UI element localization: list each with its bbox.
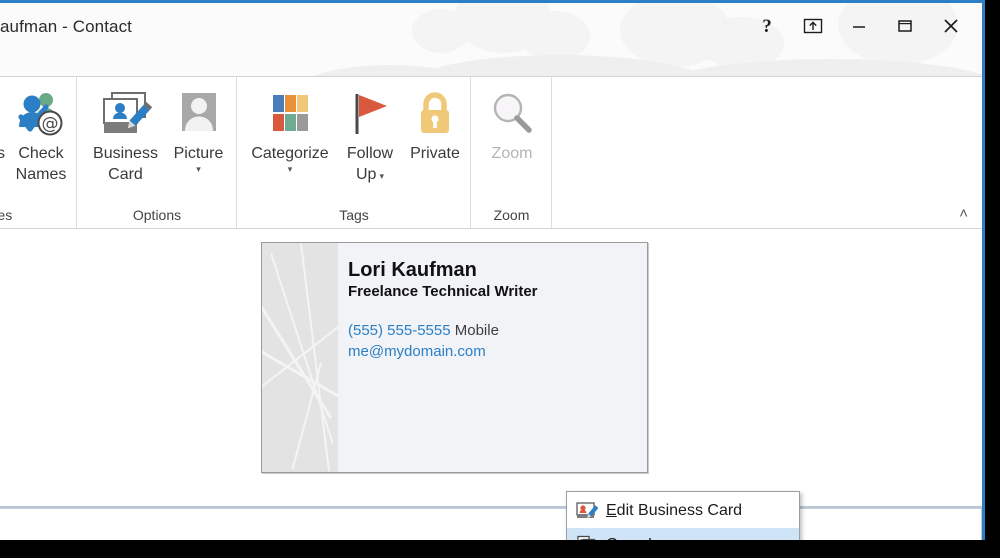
maximize-icon [898, 20, 912, 32]
ribbon-group-label-tags: Tags [339, 207, 369, 223]
edit-business-card-icon [576, 501, 606, 521]
copy-image-icon [576, 535, 606, 540]
context-menu-item-edit-business-card[interactable]: Edit Business Card [567, 494, 799, 528]
context-menu-item-edit-business-card-label: Edit Business Card [606, 502, 743, 519]
close-button[interactable] [928, 11, 974, 41]
cloud-decoration [520, 11, 590, 61]
card-contact-details: (555) 555-5555 Mobile me@mydomain.com [348, 320, 647, 362]
ribbon-button-follow-up[interactable]: Follow Up ▾ [339, 85, 401, 185]
ribbon-display-options-icon [803, 18, 823, 34]
outlook-contact-window: aufman - Contact ? s @ Check Names Optio… [0, 0, 985, 540]
texture-line [262, 273, 333, 419]
accel-key: E [606, 502, 617, 519]
texture-line [270, 253, 334, 444]
ribbon-button-check-names-label: Check Names [15, 145, 67, 183]
ribbon-group-label-options: Options [132, 207, 182, 223]
card-email: me@mydomain.com [348, 343, 486, 360]
business-card-content: Lori Kaufman Freelance Technical Writer … [338, 243, 647, 472]
ribbon-button-private[interactable]: Private [403, 85, 467, 164]
ribbon-button-zoom[interactable]: Zoom [476, 85, 548, 164]
ribbon: mes s @ Check Nam [0, 76, 982, 229]
card-contact-name: Lori Kaufman [348, 259, 477, 281]
follow-up-flag-icon [346, 85, 394, 143]
ribbon-button-business-card[interactable]: Business Card [87, 85, 164, 185]
hill-decoration [660, 59, 982, 76]
categorize-dropdown-caret[interactable]: ▾ [288, 165, 293, 174]
window-title: aufman - Contact [0, 17, 132, 36]
footer-panel [0, 508, 982, 540]
close-icon [944, 19, 958, 33]
card-job-title: Freelance Technical Writer [348, 283, 538, 300]
context-menu: Edit Business Card Copy Image [566, 491, 800, 540]
help-button[interactable]: ? [744, 11, 790, 41]
help-icon: ? [762, 15, 772, 37]
minimize-button[interactable] [836, 11, 882, 41]
card-phone-type: Mobile [454, 322, 499, 339]
ribbon-button-picture[interactable]: Picture ▾ [165, 85, 232, 174]
card-phone-line: (555) 555-5555 Mobile [348, 320, 647, 341]
ribbon-group-label-names: mes [0, 207, 13, 223]
ribbon-button-private-label: Private [410, 145, 460, 162]
contact-body: Lori Kaufman Freelance Technical Writer … [0, 229, 982, 540]
context-menu-item-copy-image-label: Copy Image [606, 536, 692, 540]
ribbon-button-zoom-label: Zoom [491, 145, 533, 162]
follow-up-dropdown-caret[interactable]: ▾ [379, 172, 384, 181]
ribbon-button-categorize[interactable]: Categorize ▾ [240, 85, 340, 174]
minimize-icon [853, 26, 865, 28]
check-names-icon: @ [13, 85, 69, 143]
title-bar: aufman - Contact ? [0, 3, 982, 76]
ribbon-display-options-button[interactable] [790, 11, 836, 41]
card-email-line: me@mydomain.com [348, 341, 647, 362]
cloud-decoration [412, 9, 470, 53]
ribbon-button-check-names[interactable]: @ Check Names [6, 85, 76, 185]
ribbon-button-follow-up-label: Follow Up ▾ [347, 143, 393, 185]
magnifier-icon [487, 85, 537, 143]
card-phone-number: (555) 555-5555 [348, 322, 451, 339]
ribbon-button-picture-label: Picture [173, 145, 224, 162]
categorize-icon [265, 85, 315, 143]
ribbon-button-partial-left-label: s [0, 143, 5, 164]
ribbon-button-business-card-label: Business Card [93, 145, 158, 183]
ribbon-group-label-zoom: Zoom [493, 207, 530, 223]
screen: aufman - Contact ? s @ Check Names Optio… [0, 0, 1000, 558]
business-card-preview[interactable]: Lori Kaufman Freelance Technical Writer … [261, 242, 648, 473]
business-card-icon [98, 85, 154, 143]
maximize-button[interactable] [882, 11, 928, 41]
picture-dropdown-caret[interactable]: ▾ [196, 165, 201, 174]
business-card-texture [262, 243, 338, 472]
window-controls: ? [744, 11, 974, 41]
padlock-icon [411, 85, 459, 143]
context-menu-item-copy-image[interactable]: Copy Image [567, 528, 799, 540]
ribbon-button-categorize-label: Categorize [251, 145, 329, 162]
follow-up-label-text: Follow Up [346, 145, 394, 183]
collapse-ribbon-button[interactable]: ˄ [959, 205, 968, 222]
picture-icon [175, 85, 223, 143]
svg-text:@: @ [42, 114, 59, 134]
accel-key: C [606, 536, 618, 540]
